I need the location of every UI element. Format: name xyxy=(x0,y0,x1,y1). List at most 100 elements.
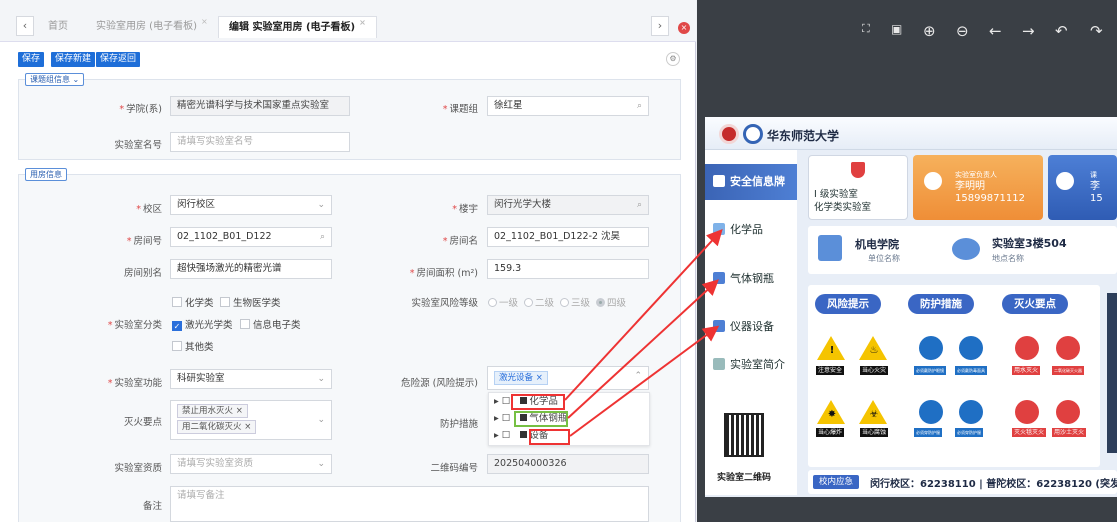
emergency-tag: 校内应急 xyxy=(813,475,860,489)
water-extinguish-icon xyxy=(1014,336,1040,362)
function-label: * 实验室功能 xyxy=(107,378,162,389)
nav-lab-intro[interactable]: 实验室简介 xyxy=(705,347,797,383)
room-no-field[interactable]: 02_1102_B01_D122 ⌕ xyxy=(170,227,332,247)
zoom-in-icon[interactable]: ⊕ xyxy=(923,22,936,40)
area-label: * 房间面积 (m²) xyxy=(409,268,478,279)
save-new-button[interactable]: 保存新建 xyxy=(51,52,96,67)
save-button[interactable]: 保存 xyxy=(18,52,45,67)
category-label: * 实验室分类 xyxy=(107,320,162,331)
area-input[interactable]: 159.3 xyxy=(487,259,649,279)
checkbox-laser[interactable]: ✓ 激光光学类 xyxy=(172,317,233,331)
tab-home[interactable]: 首页 xyxy=(38,16,78,38)
group-field[interactable]: 徐红星 ⌕ xyxy=(487,96,649,116)
alias-label: 房间别名 xyxy=(123,268,162,279)
nav-safety-info[interactable]: 安全信息牌 xyxy=(705,164,797,200)
room-name-label: * 房间名 xyxy=(442,236,478,247)
zoom-out-icon[interactable]: ⊖ xyxy=(956,22,969,40)
tab-lab-rooms-label: 实验室用房 (电子看板) xyxy=(96,21,197,32)
lab-name-label: 实验室名号 xyxy=(114,140,162,151)
sign-label: 用沙土灭火 xyxy=(1052,428,1087,437)
sign-label: 当心爆炸 xyxy=(816,428,845,437)
room-name-input[interactable]: 02_1102_B01_D122-2 沈昊 xyxy=(487,227,649,247)
sign-label: 二氧化碳灭火器 xyxy=(1052,366,1084,375)
fit-icon[interactable]: ▣ xyxy=(891,22,902,36)
sign-label: 必须穿防护服 xyxy=(955,428,983,437)
qr-code xyxy=(724,413,764,457)
room-caption: 地点名称 xyxy=(992,254,1024,263)
arrow-right-icon[interactable]: → xyxy=(1022,22,1035,40)
person-icon xyxy=(924,172,942,190)
campus-select[interactable]: 闵行校区 ⌄ xyxy=(170,195,332,215)
chevron-down-icon: ⌄ xyxy=(317,200,325,210)
fire-blanket-icon xyxy=(1014,400,1040,426)
checkbox-chem[interactable]: 化学类 xyxy=(172,295,214,309)
fire-label: 灭火要点 xyxy=(123,417,162,428)
sign-label: 必须戴防护眼镜 xyxy=(914,366,946,375)
nav-equipment[interactable]: 仪器设备 xyxy=(705,309,797,345)
info-icon xyxy=(713,175,725,187)
college-field[interactable]: 精密光谱科学与技术国家重点实验室 xyxy=(170,96,350,116)
tab-scroll-left[interactable]: ‹ xyxy=(16,16,34,36)
tab-edit-lab-room[interactable]: 编辑 实验室用房 (电子看板) × xyxy=(218,16,377,38)
tab-scroll-right[interactable]: › xyxy=(651,16,669,36)
leader-text: 实验室负责人 李明明 15899871112 xyxy=(955,171,1025,204)
checkbox-info[interactable]: 信息电子类 xyxy=(240,317,301,331)
function-select[interactable]: 科研实验室 ⌄ xyxy=(170,369,332,389)
building-field[interactable]: 闵行光学大楼 ⌕ xyxy=(487,195,649,215)
close-all-icon[interactable]: × xyxy=(678,22,690,34)
save-back-button[interactable]: 保存返回 xyxy=(96,52,141,67)
lab-name-input[interactable]: 请填写实验室名号 xyxy=(170,132,350,152)
qr-label: 二维码编号 xyxy=(430,463,478,474)
checkbox-bio[interactable]: 生物医学类 xyxy=(220,295,281,309)
lab-photo xyxy=(1107,293,1117,453)
rotate-right-icon[interactable]: ↷ xyxy=(1090,22,1103,40)
tab-risk[interactable]: 风险提示 xyxy=(815,294,881,314)
university-logo xyxy=(719,124,739,144)
checkbox-other[interactable]: 其他类 xyxy=(172,339,214,353)
university-name: 华东师范大学 xyxy=(767,129,840,143)
gas-mask-icon xyxy=(958,336,984,362)
sand-extinguish-icon xyxy=(1055,400,1081,426)
tab-protection[interactable]: 防护措施 xyxy=(908,294,974,314)
section-title-room[interactable]: 用房信息 xyxy=(25,168,67,181)
sign-label: 用水灭火 xyxy=(1012,366,1041,375)
rotate-left-icon[interactable]: ↶ xyxy=(1055,22,1068,40)
qr-field[interactable]: 202504000326 xyxy=(487,454,649,474)
hazard-tag[interactable]: 激光设备 × xyxy=(494,371,548,385)
fullscreen-icon[interactable]: ⛶ xyxy=(862,22,870,36)
emergency-phones: 闵行校区：62238110 | 普陀校区：62238120 (突发 xyxy=(870,479,1117,490)
fire-tag[interactable]: 禁止用水灭火 × xyxy=(177,404,248,418)
building-label: * 楼宇 xyxy=(452,204,478,215)
hazard-select[interactable]: 激光设备 × ⌃ xyxy=(487,366,649,390)
explosion-warning-icon: ✸ xyxy=(817,400,845,426)
search-icon[interactable]: ⌕ xyxy=(320,228,325,246)
tab-lab-rooms[interactable]: 实验室用房 (电子看板) × xyxy=(86,16,218,38)
cylinder-icon xyxy=(713,272,725,284)
arrow-left-icon[interactable]: ← xyxy=(989,22,1002,40)
person-icon xyxy=(1056,172,1074,190)
chevron-up-icon: ⌃ xyxy=(634,371,642,381)
close-icon[interactable]: × xyxy=(359,18,366,27)
room-no-label: * 房间号 xyxy=(126,236,162,247)
qual-select[interactable]: 请填写实验室资质 ⌄ xyxy=(170,454,332,474)
unit-caption: 单位名称 xyxy=(868,254,900,263)
section-toggle-group[interactable]: 课题组信息 ⌄ xyxy=(25,73,85,86)
risk-radio-group[interactable]: 一级 二级 三级 四级 xyxy=(488,295,632,309)
fire-select[interactable]: 禁止用水灭火 × 用二氧化碳灭火 × ⌄ xyxy=(170,400,332,440)
close-icon[interactable]: × xyxy=(201,17,208,26)
nav-gas-cylinders[interactable]: 气体钢瓶 xyxy=(705,261,797,297)
alias-input[interactable]: 超快强场激光的精密光谱 xyxy=(170,259,332,279)
tab-fire[interactable]: 灭火要点 xyxy=(1002,294,1068,314)
fire-tag[interactable]: 用二氧化碳灭火 × xyxy=(177,420,257,434)
sign-label: 必须戴防毒面具 xyxy=(955,366,987,375)
college-label: * 学院(系) xyxy=(119,104,162,115)
note-textarea[interactable]: 请填写备注 xyxy=(170,486,649,522)
search-icon[interactable]: ⌕ xyxy=(637,97,642,115)
nav-chemicals[interactable]: 化学品 xyxy=(705,212,797,248)
shield-icon xyxy=(851,162,865,178)
settings-icon[interactable]: ⚙ xyxy=(666,52,680,66)
sign-label: 当心腐蚀 xyxy=(860,428,889,437)
protect-label: 防护措施 xyxy=(439,419,478,430)
protective-coat-icon xyxy=(958,400,984,426)
flask-icon xyxy=(713,223,725,235)
